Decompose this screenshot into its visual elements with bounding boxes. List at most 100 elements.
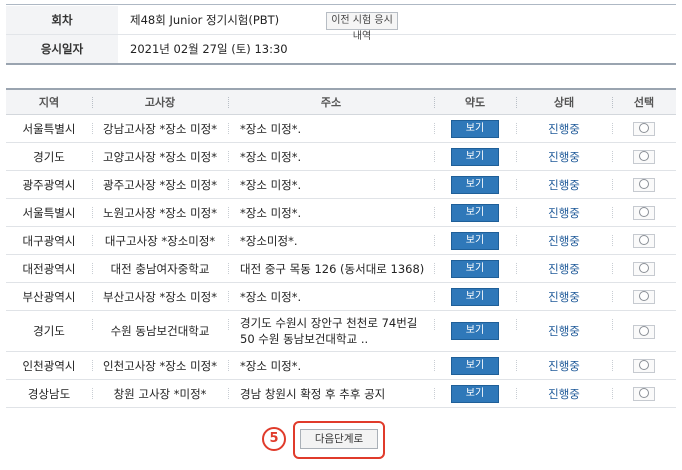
status-cell: 진행중	[516, 282, 612, 311]
venue-cell: 창원 고사장 *미정*	[92, 379, 228, 408]
select-cell	[612, 142, 676, 171]
exam-history-button[interactable]: 이전 시험 응시내역	[326, 12, 398, 42]
address-cell: 경기도 수원시 장안구 천천로 74번길 50 수원 동남보건대학교 ..	[228, 310, 434, 352]
status-text: 진행중	[548, 233, 580, 248]
radio-circle-icon	[639, 388, 649, 398]
radio-circle-icon	[639, 263, 649, 273]
status-text: 진행중	[548, 289, 580, 304]
venue-cell: 고양고사장 *장소 미정*	[92, 142, 228, 171]
address-cell: *장소 미정*.	[228, 198, 434, 227]
region-cell: 서울특별시	[6, 114, 92, 143]
venue-cell: 광주고사장 *장소 미정*	[92, 170, 228, 199]
table-row: 서울특별시 노원고사장 *장소 미정* *장소 미정*. 보기 진행중	[6, 198, 676, 227]
select-cell	[612, 198, 676, 227]
address-cell: *장소 미정*.	[228, 142, 434, 171]
map-cell: 보기	[434, 379, 516, 408]
table-row: 대구광역시 대구고사장 *장소미정* *장소미정*. 보기 진행중	[6, 226, 676, 255]
table-row: 경상남도 창원 고사장 *미정* 경남 창원시 확정 후 추후 공지 보기 진행…	[6, 379, 676, 408]
status-cell: 진행중	[516, 310, 612, 352]
venue-select-radio[interactable]	[633, 234, 655, 248]
radio-circle-icon	[639, 360, 649, 370]
session-row: 회차 제48회 Junior 정기시험(PBT) 이전 시험 응시내역	[6, 6, 676, 42]
venue-cell: 부산고사장 *장소 미정*	[92, 282, 228, 311]
map-view-button[interactable]: 보기	[451, 119, 499, 138]
venue-cell: 강남고사장 *장소 미정*	[92, 114, 228, 143]
header-select: 선택	[612, 89, 676, 115]
map-view-button[interactable]: 보기	[451, 175, 499, 194]
next-step-button[interactable]: 다음단계로	[300, 429, 378, 449]
status-cell: 진행중	[516, 198, 612, 227]
header-map: 약도	[434, 89, 516, 115]
map-cell: 보기	[434, 198, 516, 227]
address-cell: *장소미정*.	[228, 226, 434, 255]
region-cell: 경상남도	[6, 379, 92, 408]
region-cell: 경기도	[6, 142, 92, 171]
step-number-badge: 5	[262, 427, 286, 451]
table-header-row: 지역 고사장 주소 약도 상태 선택	[6, 89, 676, 115]
map-view-button[interactable]: 보기	[451, 259, 499, 278]
map-view-button[interactable]: 보기	[451, 287, 499, 306]
header-status: 상태	[516, 89, 612, 115]
radio-circle-icon	[639, 235, 649, 245]
select-cell	[612, 379, 676, 408]
venue-select-radio[interactable]	[633, 324, 655, 339]
status-text: 진행중	[548, 149, 580, 164]
status-text: 진행중	[548, 177, 580, 192]
table-row: 인천광역시 인천고사장 *장소 미정* *장소 미정*. 보기 진행중	[6, 351, 676, 380]
region-cell: 대구광역시	[6, 226, 92, 255]
table-row: 서울특별시 강남고사장 *장소 미정* *장소 미정*. 보기 진행중	[6, 114, 676, 143]
region-cell: 부산광역시	[6, 282, 92, 311]
map-view-button[interactable]: 보기	[451, 203, 499, 222]
map-view-button[interactable]: 보기	[451, 384, 499, 403]
map-view-button[interactable]: 보기	[451, 356, 499, 375]
select-cell	[612, 170, 676, 199]
status-text: 진행중	[548, 205, 580, 220]
venue-select-radio[interactable]	[633, 150, 655, 164]
session-value: 제48회 Junior 정기시험(PBT)	[130, 13, 280, 27]
exam-date-label: 응시일자	[6, 35, 118, 63]
venue-select-radio[interactable]	[633, 122, 655, 136]
status-text: 진행중	[548, 358, 580, 373]
venue-cell: 대구고사장 *장소미정*	[92, 226, 228, 255]
radio-circle-icon	[639, 123, 649, 133]
table-row: 경기도 수원 동남보건대학교 경기도 수원시 장안구 천천로 74번길 50 수…	[6, 310, 676, 352]
header-address: 주소	[228, 89, 434, 115]
exam-info-panel: 회차 제48회 Junior 정기시험(PBT) 이전 시험 응시내역 응시일자…	[6, 4, 676, 65]
table-row: 대전광역시 대전 충남여자중학교 대전 중구 목동 126 (동서대로 1368…	[6, 254, 676, 283]
select-cell	[612, 282, 676, 311]
map-cell: 보기	[434, 282, 516, 311]
address-cell: *장소 미정*.	[228, 351, 434, 380]
radio-circle-icon	[639, 325, 649, 336]
select-cell	[612, 351, 676, 380]
map-cell: 보기	[434, 142, 516, 171]
venue-select-radio[interactable]	[633, 359, 655, 373]
map-cell: 보기	[434, 114, 516, 143]
status-cell: 진행중	[516, 351, 612, 380]
map-cell: 보기	[434, 226, 516, 255]
venue-select-radio[interactable]	[633, 178, 655, 192]
address-cell: *장소 미정*.	[228, 170, 434, 199]
region-cell: 서울특별시	[6, 198, 92, 227]
map-cell: 보기	[434, 254, 516, 283]
address-cell: 경남 창원시 확정 후 추후 공지	[228, 379, 434, 408]
map-view-button[interactable]: 보기	[451, 322, 499, 340]
address-cell: 대전 중구 목동 126 (동서대로 1368)	[228, 254, 434, 283]
map-view-button[interactable]: 보기	[451, 147, 499, 166]
map-view-button[interactable]: 보기	[451, 231, 499, 250]
venue-select-radio[interactable]	[633, 387, 655, 401]
radio-circle-icon	[639, 207, 649, 217]
venue-select-radio[interactable]	[633, 206, 655, 220]
venue-select-radio[interactable]	[633, 262, 655, 276]
session-label: 회차	[6, 6, 118, 34]
status-cell: 진행중	[516, 142, 612, 171]
region-cell: 대전광역시	[6, 254, 92, 283]
status-text: 진행중	[548, 121, 580, 136]
select-cell	[612, 114, 676, 143]
region-cell: 인천광역시	[6, 351, 92, 380]
map-cell: 보기	[434, 310, 516, 352]
venue-cell: 수원 동남보건대학교	[92, 310, 228, 352]
region-cell: 광주광역시	[6, 170, 92, 199]
venue-select-radio[interactable]	[633, 290, 655, 304]
date-row: 응시일자 2021년 02월 27일 (토) 13:30	[6, 35, 676, 63]
status-cell: 진행중	[516, 226, 612, 255]
